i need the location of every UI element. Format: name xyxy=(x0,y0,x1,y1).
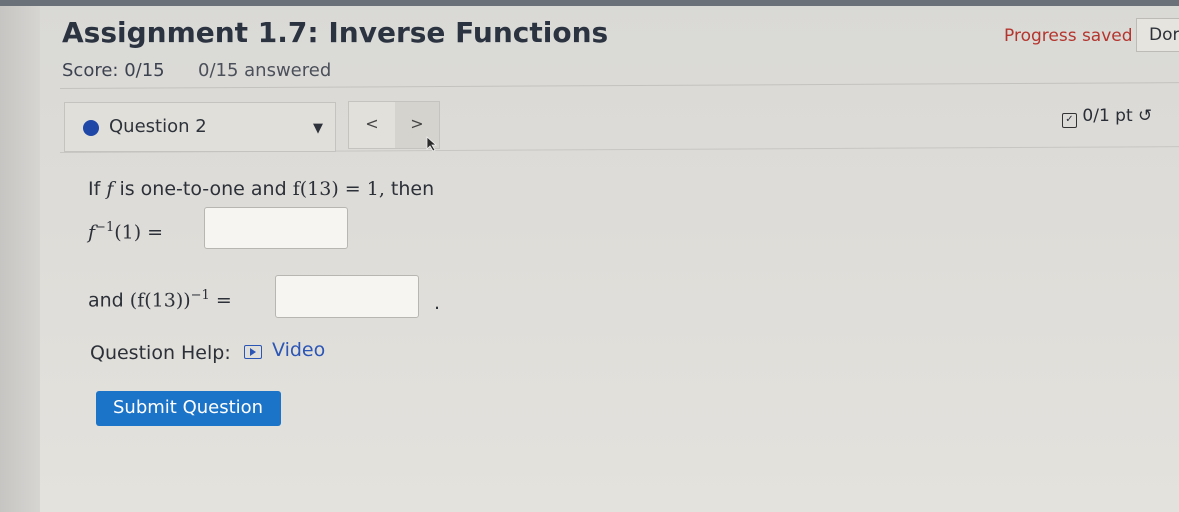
question-select[interactable]: Question 2 ▼ xyxy=(64,102,336,152)
reciprocal-expression: and (f(13))−1 = xyxy=(88,288,232,312)
status-dot-icon xyxy=(83,120,99,136)
answer-input-2[interactable] xyxy=(275,275,419,318)
done-button[interactable]: Dor xyxy=(1136,18,1179,52)
caret-down-icon: ▼ xyxy=(313,121,323,136)
top-bar xyxy=(0,0,1179,6)
video-link[interactable]: Video xyxy=(272,339,325,361)
question-text: If f is one-to-one and f(13) = 1, then xyxy=(88,178,435,200)
prev-question-button[interactable]: < xyxy=(349,102,395,148)
points-label: 0/1 pt xyxy=(1082,106,1133,126)
progress-status: Progress saved xyxy=(1004,26,1133,46)
period-mark: . xyxy=(434,292,441,314)
submit-question-button[interactable]: Submit Question xyxy=(96,391,281,426)
video-icon[interactable] xyxy=(244,345,262,359)
score-label: Score: 0/15 xyxy=(62,60,165,81)
inverse-expression: f−1(1) = xyxy=(88,220,164,244)
left-edge xyxy=(0,6,40,512)
mouse-cursor-icon xyxy=(426,136,438,152)
question-help-label: Question Help: xyxy=(90,342,231,364)
checkbox-icon: ✓ xyxy=(1062,113,1077,128)
retry-icon[interactable]: ↺ xyxy=(1138,106,1152,126)
divider-top xyxy=(59,82,1179,89)
question-select-label: Question 2 xyxy=(109,116,207,137)
answer-input-1[interactable] xyxy=(204,207,348,249)
page-title: Assignment 1.7: Inverse Functions xyxy=(62,16,609,49)
points-indicator: ✓ 0/1 pt ↺ xyxy=(1062,106,1152,128)
answered-count: 0/15 answered xyxy=(198,60,332,81)
